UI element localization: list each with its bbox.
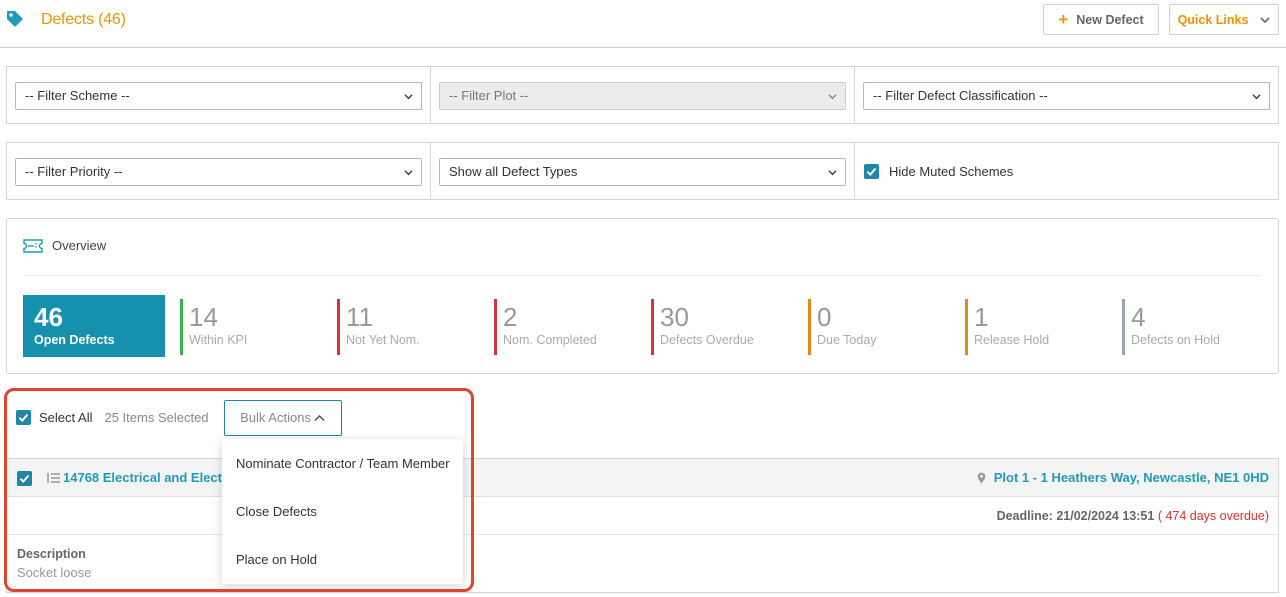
chevron-down-icon <box>404 170 413 176</box>
stat-defects-on-hold[interactable]: 4 Defects on Hold <box>1122 295 1220 357</box>
defect-location[interactable]: Plot 1 - 1 Heathers Way, Newcastle, NE1 … <box>977 470 1269 485</box>
chevron-down-icon <box>404 94 413 100</box>
page-header: Defects (46) + New Defect Quick Links <box>0 0 1286 48</box>
filter-cell-muted: Hide Muted Schemes <box>855 143 1278 199</box>
stat-label: Release Hold <box>974 333 1050 347</box>
overview-title: Overview <box>52 238 107 253</box>
chevron-down-icon <box>1252 94 1261 100</box>
stat-nom-completed[interactable]: 2 Nom. Completed <box>494 295 597 357</box>
stat-color-bar <box>494 299 497 355</box>
stat-value: 30 <box>660 302 689 332</box>
chevron-down-icon <box>1260 16 1270 23</box>
stat-color-bar <box>337 299 340 355</box>
overview-panel: Overview 46 Open Defects 14 Within KPI 1… <box>6 218 1279 374</box>
stat-label: Nom. Completed <box>503 333 597 347</box>
hide-muted-label: Hide Muted Schemes <box>889 164 1014 179</box>
stat-value: 46 <box>34 302 63 332</box>
highlight-box <box>4 388 474 592</box>
check-icon <box>866 167 877 176</box>
overdue-text: ( 474 days overdue) <box>1157 509 1269 523</box>
stat-value: 1 <box>974 302 989 332</box>
hide-muted-checkbox[interactable] <box>864 164 879 179</box>
stat-color-bar <box>651 299 654 355</box>
filter-classification-value: -- Filter Defect Classification -- <box>873 88 1048 103</box>
overview-header: Overview <box>23 238 106 253</box>
filter-priority-select[interactable]: -- Filter Priority -- <box>15 158 422 186</box>
filter-cell-types: Show all Defect Types <box>431 143 855 199</box>
stat-value: 4 <box>1131 302 1146 332</box>
stat-color-bar <box>1122 299 1125 355</box>
stat-value: 14 <box>189 302 218 332</box>
stat-label: Defects Overdue <box>660 333 754 347</box>
filter-cell-plot: -- Filter Plot -- <box>431 67 855 123</box>
stat-color-bar <box>965 299 968 355</box>
filter-defect-types-value: Show all Defect Types <box>449 164 578 179</box>
defect-location-text: Plot 1 - 1 Heathers Way, Newcastle, NE1 … <box>993 470 1269 485</box>
stat-label: Due Today <box>817 333 877 347</box>
stat-open-defects[interactable]: 46 Open Defects <box>23 295 165 357</box>
stat-value: 0 <box>817 302 832 332</box>
stat-label: Open Defects <box>34 333 115 347</box>
stat-label: Defects on Hold <box>1131 333 1220 347</box>
filter-cell-scheme: -- Filter Scheme -- <box>7 67 431 123</box>
filter-plot-value: -- Filter Plot -- <box>449 88 529 103</box>
defect-deadline: Deadline: 21/02/2024 13:51 ( 474 days ov… <box>997 509 1269 523</box>
filter-scheme-select[interactable]: -- Filter Scheme -- <box>15 82 422 110</box>
filter-plot-select[interactable]: -- Filter Plot -- <box>439 82 846 110</box>
map-pin-icon <box>977 472 985 483</box>
stat-due-today[interactable]: 0 Due Today <box>808 295 877 357</box>
filter-defect-types-select[interactable]: Show all Defect Types <box>439 158 846 186</box>
stat-release-hold[interactable]: 1 Release Hold <box>965 295 1049 357</box>
new-defect-button[interactable]: + New Defect <box>1043 4 1159 35</box>
filter-cell-classification: -- Filter Defect Classification -- <box>855 67 1278 123</box>
page-title: Defects (46) <box>41 11 126 28</box>
stat-label: Not Yet Nom. <box>346 333 420 347</box>
overview-divider <box>25 275 1260 276</box>
stat-defects-overdue[interactable]: 30 Defects Overdue <box>651 295 754 357</box>
filter-row-2: -- Filter Priority -- Show all Defect Ty… <box>6 142 1279 200</box>
filter-priority-value: -- Filter Priority -- <box>25 164 123 179</box>
chevron-down-icon <box>828 94 837 100</box>
quick-links-button[interactable]: Quick Links <box>1169 4 1279 35</box>
stat-value: 11 <box>346 302 373 332</box>
stat-value: 2 <box>503 302 518 332</box>
stat-label: Within KPI <box>189 333 248 347</box>
stat-within-kpi[interactable]: 14 Within KPI <box>180 295 247 357</box>
filter-row-1: -- Filter Scheme -- -- Filter Plot -- --… <box>6 66 1279 124</box>
stat-color-bar <box>180 299 183 355</box>
plus-icon: + <box>1058 10 1069 29</box>
deadline-text: Deadline: 21/02/2024 13:51 <box>996 509 1155 523</box>
filter-cell-priority: -- Filter Priority -- <box>7 143 431 199</box>
hide-muted-toggle[interactable]: Hide Muted Schemes <box>864 164 1013 179</box>
tag-icon <box>7 11 23 27</box>
chevron-down-icon <box>828 170 837 176</box>
filter-classification-select[interactable]: -- Filter Defect Classification -- <box>863 82 1270 110</box>
stat-not-yet-nominated[interactable]: 11 Not Yet Nom. <box>337 295 420 357</box>
quick-links-label: Quick Links <box>1177 12 1249 27</box>
new-defect-label: New Defect <box>1076 12 1144 27</box>
filter-scheme-value: -- Filter Scheme -- <box>25 88 130 103</box>
stat-color-bar <box>808 299 811 355</box>
ticket-icon <box>23 238 43 253</box>
